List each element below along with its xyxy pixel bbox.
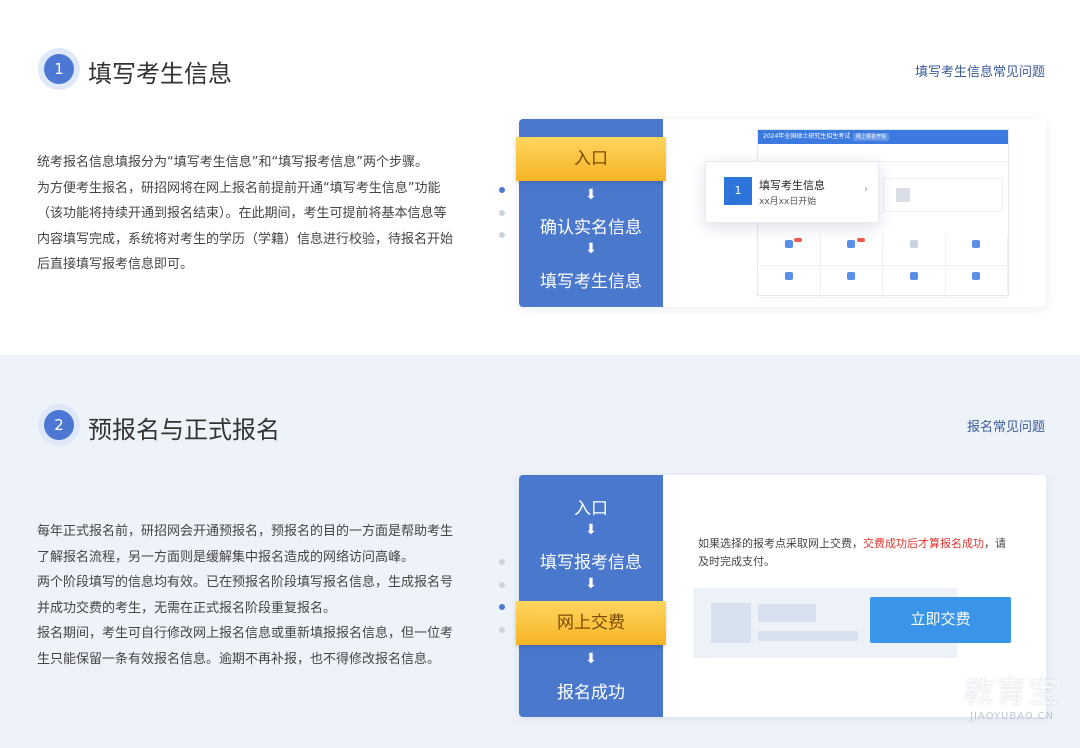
feature-icon: [784, 240, 793, 248]
step-number: 1: [44, 54, 74, 84]
watermark-text: 教育宝: [964, 675, 1060, 710]
description-line: 为方便考生报名，研招网将在网上报名前提前开通“填写考生信息”功能: [37, 180, 441, 196]
carousel-dots: [499, 187, 507, 255]
carousel-dots: [499, 559, 507, 649]
carousel-dot[interactable]: [499, 209, 505, 216]
placeholder-block: [758, 631, 858, 641]
mini-cell: [820, 266, 883, 298]
step-description: 每年正式报名前，研招网会开通预报名，预报名的目的一方面是帮助考生 了解报名流程，…: [37, 519, 477, 672]
mini-cell: [820, 234, 883, 266]
flow-step-fill-apply: 填写报考信息: [540, 553, 642, 573]
description-line: 两个阶段填写的信息均有效。已在预报名阶段填写报名信息，生成报名号: [37, 575, 454, 590]
arrow-down-icon: ⬇: [585, 576, 597, 592]
carousel-dot[interactable]: [499, 559, 505, 565]
description-line: 生只能保留一条有效报名信息。逾期不再补报，也不得修改报名信息。: [37, 651, 441, 667]
flow-step-pay: 网上交费: [516, 601, 666, 645]
description-line: （该功能将持续开通到报名结束）。在此期间，考生可提前将基本信息等: [37, 206, 447, 221]
new-badge: [856, 238, 865, 242]
section-registration: 2 预报名与正式报名 报名常见问题 每年正式报名前，研招网会开通预报名，预报名的…: [0, 355, 1080, 748]
mini-cell: [883, 266, 946, 298]
feature-icon: [784, 272, 793, 280]
carousel-dot[interactable]: [499, 187, 505, 193]
new-badge: [794, 238, 802, 242]
mini-cell: [758, 234, 821, 266]
popup-subtitle: xx月xx日开始: [759, 197, 817, 207]
flow-step-fill: 填写考生信息: [540, 272, 642, 292]
step-badge: 2: [38, 404, 80, 446]
carousel-dot[interactable]: [499, 581, 505, 588]
step-title: 预报名与正式报名: [88, 416, 280, 444]
description-line: 内容填写完成，系统将对考生的学历（学籍）信息进行校验，待报名开始: [37, 231, 454, 247]
mini-tag: 网上报名开始: [853, 133, 890, 141]
feature-icon: [909, 240, 918, 248]
description-line: 并成功交费的考生，无需在正式报名阶段重复报名。: [37, 600, 337, 616]
mini-header-title: 2024年全国硕士研究生招生考试: [763, 133, 851, 140]
description-line: 统考报名信息填报分为“填写考生信息”和“填写报考信息”两个步骤。: [37, 155, 428, 170]
step-badge: 1: [38, 48, 80, 90]
flow-panel: 入口 ⬇ 填写报考信息 ⬇ 网上交费 ⬇ 报名成功: [516, 475, 666, 717]
placeholder-block: [711, 603, 751, 643]
notice-highlight: 交费成功后才算报名成功: [863, 537, 984, 550]
section-fill-candidate-info: 1 填写考生信息 填写考生信息常见问题 统考报名信息填报分为“填写考生信息”和“…: [0, 0, 1080, 355]
pay-now-button[interactable]: 立即交费: [870, 597, 1011, 643]
feature-icon: [847, 272, 856, 280]
arrow-down-icon: ⬇: [585, 651, 597, 667]
description-line: 了解报名流程，另一方面则是缓解集中报名造成的网络访问高峰。: [37, 549, 415, 565]
mini-cell: [883, 234, 946, 266]
feature-icon: [972, 272, 981, 280]
flow-step-entry: 入口: [574, 499, 608, 519]
popup-step-card[interactable]: 1 填写考生信息 xx月xx日开始 ›: [705, 161, 879, 223]
mini-cell: [945, 266, 1008, 298]
watermark-url: JIAOYUBAO.CN: [970, 711, 1054, 722]
description-line: 报名期间，考生可自行修改网上报名信息或重新填报报名信息，但一位考: [37, 626, 454, 641]
mini-row: [883, 178, 1003, 212]
mini-cell: [758, 266, 821, 298]
mini-square: [896, 188, 910, 202]
arrow-down-icon: ⬇: [585, 522, 597, 538]
step-title: 填写考生信息: [88, 60, 232, 88]
description-line: 后直接填写报考信息即可。: [37, 257, 194, 272]
flow-step-confirm: 确认实名信息: [540, 218, 642, 238]
description-line: 每年正式报名前，研招网会开通预报名，预报名的目的一方面是帮助考生: [37, 524, 454, 539]
flow-step-success: 报名成功: [557, 683, 625, 703]
carousel-dot[interactable]: [499, 604, 505, 610]
bell-icon: [972, 240, 981, 248]
faq-link[interactable]: 报名常见问题: [967, 416, 1045, 435]
mini-icon-grid: [758, 234, 1008, 298]
watermark-logo: 教育宝 JIAOYUBAO.CN: [964, 667, 1060, 722]
cloud-icon: [909, 272, 918, 280]
placeholder-block: [758, 604, 816, 622]
popup-number: 1: [724, 177, 752, 205]
arrow-down-icon: ⬇: [585, 187, 597, 203]
notice-text: 如果选择的报考点采取网上交费，: [698, 537, 863, 550]
faq-link[interactable]: 填写考生信息常见问题: [915, 61, 1045, 80]
chevron-right-icon: ›: [864, 184, 868, 195]
step-number: 2: [44, 410, 74, 440]
feature-icon: [847, 240, 856, 248]
flow-card: 入口 ⬇ 确认实名信息 ⬇ 填写考生信息 2024年全国硕士研究生招生考试 网上…: [516, 119, 1046, 307]
mini-cell: [945, 234, 1008, 266]
popup-title: 填写考生信息: [759, 179, 825, 192]
flow-step-entry: 入口: [516, 137, 666, 181]
carousel-dot[interactable]: [499, 626, 505, 633]
mini-subbar: [758, 144, 1008, 162]
step-description: 统考报名信息填报分为“填写考生信息”和“填写报考信息”两个步骤。 为方便考生报名…: [37, 150, 477, 278]
carousel-dot[interactable]: [499, 232, 505, 238]
mini-header: 2024年全国硕士研究生招生考试 网上报名开始: [758, 130, 1008, 144]
flow-panel: 入口 ⬇ 确认实名信息 ⬇ 填写考生信息: [516, 119, 666, 307]
arrow-down-icon: ⬇: [585, 241, 597, 257]
payment-notice: 如果选择的报考点采取网上交费，交费成功后才算报名成功，请及时完成支付。: [698, 535, 1008, 571]
